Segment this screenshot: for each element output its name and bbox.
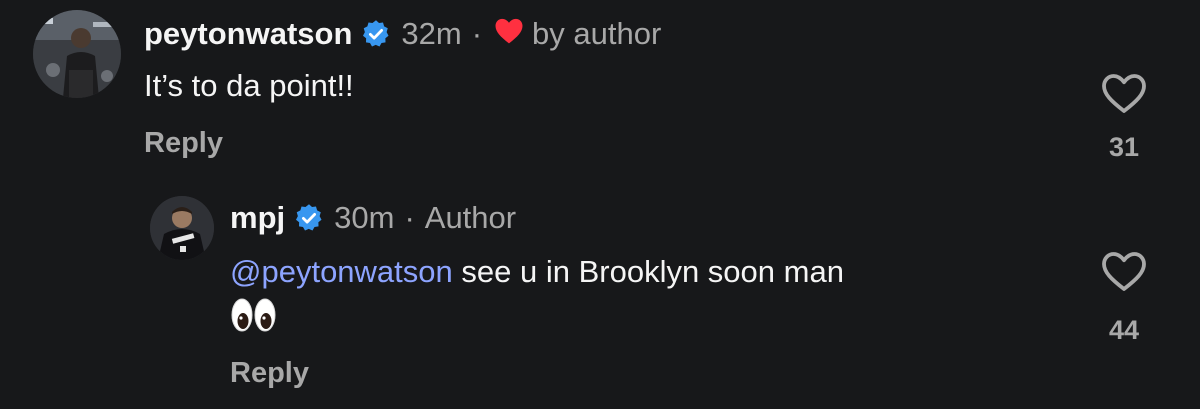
author-badge: Author	[424, 200, 517, 235]
timestamp: 30m	[334, 200, 395, 235]
comment-body: see u in Brooklyn soon man	[452, 254, 844, 289]
heart-outline-icon	[1102, 252, 1146, 291]
like-count: 31	[1108, 132, 1140, 162]
verified-badge-icon	[361, 19, 391, 49]
timestamp: 32m	[401, 16, 462, 51]
red-heart-icon	[494, 16, 524, 52]
like-button[interactable]	[1100, 250, 1148, 292]
comment-body: It’s to da point!!	[144, 68, 354, 103]
comment-header: peytonwatson 32m · by author	[144, 14, 661, 54]
like-count: 44	[1108, 315, 1140, 345]
eyes-icon	[231, 298, 276, 332]
reply-button[interactable]: Reply	[144, 124, 223, 162]
avatar-image	[150, 196, 214, 260]
comment-text: It’s to da point!!	[144, 66, 354, 106]
avatar-mpj[interactable]	[150, 196, 214, 260]
mention-link[interactable]: @peytonwatson	[230, 254, 453, 289]
avatar-peytonwatson[interactable]	[33, 10, 121, 98]
separator-dot: ·	[471, 16, 483, 51]
username[interactable]: peytonwatson	[144, 16, 352, 52]
reply-button[interactable]: Reply	[230, 354, 309, 392]
comment-text: @peytonwatson see u in Brooklyn soon man	[230, 252, 844, 292]
separator-dot: ·	[404, 200, 415, 235]
comments-thread: peytonwatson 32m · by author It’s to da …	[0, 0, 1200, 409]
heart-outline-icon	[1102, 74, 1146, 113]
username[interactable]: mpj	[230, 200, 285, 236]
comment-header: mpj 30m · Author	[230, 198, 516, 238]
avatar-image	[33, 10, 121, 98]
verified-badge-icon	[294, 203, 324, 233]
liked-by-author-label: by author	[532, 16, 662, 51]
eyes-emoji	[231, 297, 277, 333]
like-button[interactable]	[1100, 72, 1148, 114]
